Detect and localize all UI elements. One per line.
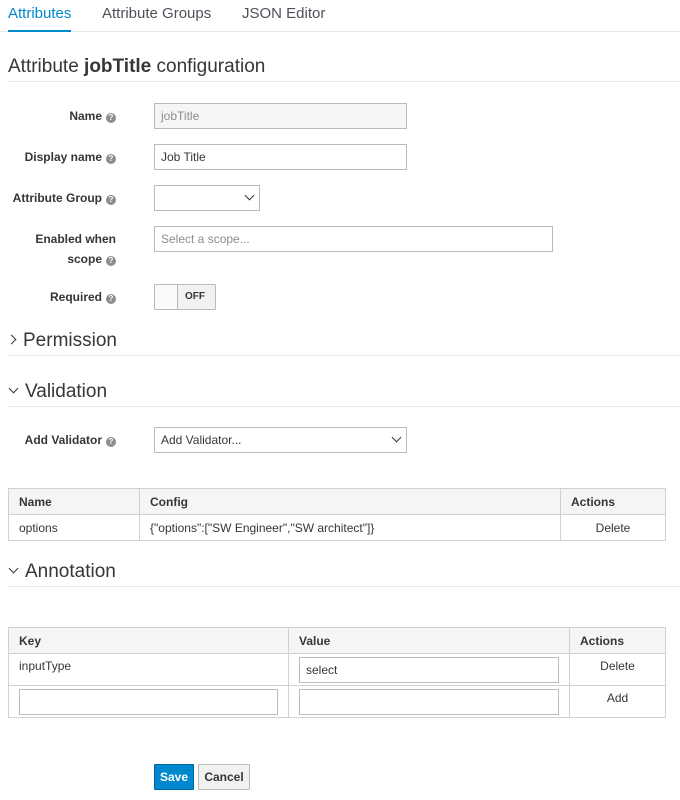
toggle-state: OFF xyxy=(185,291,205,302)
display-name-field[interactable]: Job Title xyxy=(154,144,407,170)
title-prefix: Attribute xyxy=(8,56,85,77)
enabled-when-label: Enabled when scope? xyxy=(8,229,116,269)
page-title: Attribute jobTitle configuration xyxy=(8,56,680,82)
cancel-button[interactable]: Cancel xyxy=(198,764,250,790)
name-field[interactable]: jobTitle xyxy=(154,103,407,129)
validation-section-header[interactable]: Validation xyxy=(8,381,680,407)
name-label-text: Name xyxy=(69,109,102,123)
column-header-name: Name xyxy=(8,488,140,515)
help-icon[interactable]: ? xyxy=(106,437,116,447)
new-value-cell xyxy=(288,685,570,718)
chevron-right-icon xyxy=(6,334,17,345)
annotation-title: Annotation xyxy=(25,561,116,582)
enabled-when-label-line2: scope xyxy=(67,252,102,266)
table-row: Add xyxy=(8,685,666,718)
help-icon[interactable]: ? xyxy=(106,113,116,123)
display-name-label: Display name? xyxy=(8,147,116,167)
add-validator-label-text: Add Validator xyxy=(24,433,102,447)
permission-section-header[interactable]: Permission xyxy=(6,330,680,356)
toggle-knob xyxy=(155,285,178,309)
add-validator-value: Add Validator... xyxy=(161,433,242,447)
new-key-cell xyxy=(8,685,289,718)
validator-name: options xyxy=(8,514,140,541)
tab-json-editor[interactable]: JSON Editor xyxy=(242,0,325,32)
tab-attribute-groups[interactable]: Attribute Groups xyxy=(102,0,211,32)
display-name-label-text: Display name xyxy=(24,150,102,164)
attribute-group-select[interactable] xyxy=(154,185,260,211)
table-row: options {"options":["SW Engineer","SW ar… xyxy=(8,514,666,541)
delete-validator-button[interactable]: Delete xyxy=(560,514,666,541)
validation-title: Validation xyxy=(25,381,108,402)
annotation-value-cell xyxy=(288,653,570,686)
add-validator-select[interactable]: Add Validator... xyxy=(154,427,407,453)
new-annotation-key-input[interactable] xyxy=(19,688,278,715)
required-toggle[interactable]: OFF xyxy=(154,284,216,310)
save-button[interactable]: Save xyxy=(154,764,194,790)
delete-annotation-button[interactable]: Delete xyxy=(569,653,666,686)
help-icon[interactable]: ? xyxy=(106,154,116,164)
help-icon[interactable]: ? xyxy=(106,294,116,304)
chevron-down-icon xyxy=(244,190,255,201)
title-suffix: configuration xyxy=(151,56,266,77)
name-label: Name? xyxy=(8,106,116,126)
required-label: Required? xyxy=(8,287,116,307)
add-annotation-button[interactable]: Add xyxy=(569,685,666,718)
annotations-table: Key Value Actions inputType Delete Add xyxy=(8,627,666,718)
scope-select-input[interactable] xyxy=(154,226,553,252)
annotation-value-input[interactable] xyxy=(299,656,559,683)
required-label-text: Required xyxy=(49,290,102,304)
column-header-value: Value xyxy=(288,627,570,654)
chevron-down-icon xyxy=(8,563,19,574)
help-icon[interactable]: ? xyxy=(106,195,116,205)
column-header-actions: Actions xyxy=(569,627,666,654)
permission-title: Permission xyxy=(23,330,117,351)
attribute-group-label: Attribute Group? xyxy=(8,188,116,208)
chevron-down-icon xyxy=(391,432,402,443)
enabled-when-label-line1: Enabled when xyxy=(35,232,116,246)
table-row: inputType Delete xyxy=(8,653,666,686)
column-header-actions: Actions xyxy=(560,488,666,515)
title-attribute-name: jobTitle xyxy=(84,56,152,77)
help-icon[interactable]: ? xyxy=(106,256,116,266)
validators-table: Name Config Actions options {"options":[… xyxy=(8,488,666,541)
tab-bar: Attributes Attribute Groups JSON Editor xyxy=(0,0,680,32)
chevron-down-icon xyxy=(8,383,19,394)
attribute-group-label-text: Attribute Group xyxy=(12,191,102,205)
new-annotation-value-input[interactable] xyxy=(299,688,559,715)
add-validator-label: Add Validator? xyxy=(8,430,116,450)
table-header-row: Name Config Actions xyxy=(8,488,666,515)
annotation-section-header[interactable]: Annotation xyxy=(8,561,680,587)
tab-attributes[interactable]: Attributes xyxy=(8,0,72,32)
column-header-key: Key xyxy=(8,627,289,654)
annotation-key: inputType xyxy=(8,653,289,686)
table-header-row: Key Value Actions xyxy=(8,627,666,654)
validator-config: {"options":["SW Engineer","SW architect"… xyxy=(139,514,561,541)
column-header-config: Config xyxy=(139,488,561,515)
